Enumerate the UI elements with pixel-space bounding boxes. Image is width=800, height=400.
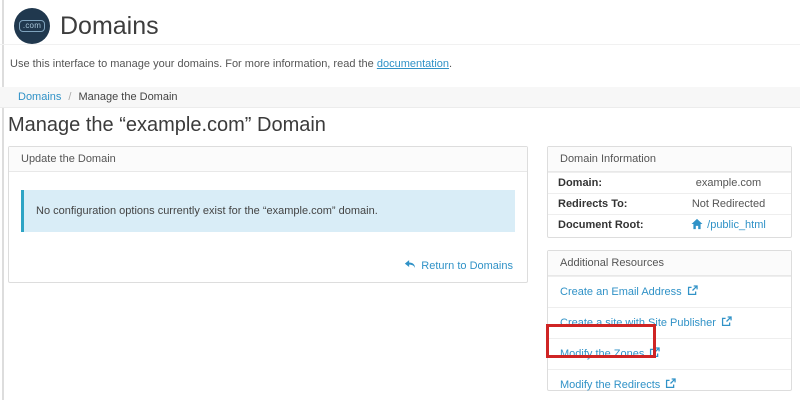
list-item: Modify the Zones [548, 338, 791, 369]
document-root-label: Document Root: [548, 219, 666, 231]
update-panel-title: Update the Domain [9, 147, 527, 172]
domain-value: example.com [666, 177, 791, 189]
domain-information-panel: Domain Information Domain: example.com R… [547, 146, 792, 238]
create-email-address-label: Create an Email Address [560, 286, 682, 298]
intro-text-before: Use this interface to manage your domain… [10, 58, 377, 70]
external-link-icon [649, 347, 660, 361]
modify-zones-label: Modify the Zones [560, 348, 644, 360]
page-title: Manage the “example.com” Domain [8, 114, 326, 137]
sidebar-edge-divider [2, 0, 4, 400]
document-root-path: /public_html [707, 219, 766, 231]
create-site-publisher-label: Create a site with Site Publisher [560, 317, 716, 329]
page-header-title: Domains [60, 12, 159, 41]
domain-information-title: Domain Information [548, 147, 791, 172]
list-item: Create a site with Site Publisher [548, 307, 791, 338]
modify-redirects-label: Modify the Redirects [560, 379, 660, 391]
redirects-to-value: Not Redirected [666, 198, 791, 210]
modify-zones-link[interactable]: Modify the Zones [560, 347, 660, 361]
no-config-notice: No configuration options currently exist… [21, 190, 515, 232]
domain-label: Domain: [548, 177, 666, 189]
table-row: Domain: example.com [548, 172, 791, 193]
return-to-domains-link[interactable]: Return to Domains [421, 260, 513, 272]
intro-text: Use this interface to manage your domain… [10, 58, 452, 70]
breadcrumb: Domains / Manage the Domain [0, 87, 800, 108]
home-icon [691, 218, 703, 233]
document-root-link[interactable]: /public_html [691, 218, 766, 233]
documentation-link[interactable]: documentation [377, 58, 449, 70]
list-item: Modify the Redirects [548, 369, 791, 400]
modify-redirects-link[interactable]: Modify the Redirects [560, 378, 676, 392]
table-row: Redirects To: Not Redirected [548, 193, 791, 214]
return-arrow-icon [404, 258, 416, 273]
external-link-icon [665, 378, 676, 392]
return-to-domains-row: Return to Domains [404, 258, 513, 273]
create-email-address-link[interactable]: Create an Email Address [560, 285, 698, 299]
create-site-publisher-link[interactable]: Create a site with Site Publisher [560, 316, 732, 330]
external-link-icon [721, 316, 732, 330]
additional-resources-panel: Additional Resources Create an Email Add… [547, 250, 792, 391]
redirects-to-label: Redirects To: [548, 198, 666, 210]
dotcom-icon: .com [14, 8, 50, 44]
breadcrumb-current: Manage the Domain [78, 91, 177, 103]
breadcrumb-separator: / [68, 91, 71, 103]
update-domain-panel: Update the Domain No configuration optio… [8, 146, 528, 283]
table-row: Document Root: /public_html [548, 214, 791, 235]
intro-text-after: . [449, 58, 452, 70]
domains-page: .com Domains Use this interface to manag… [0, 0, 800, 400]
list-item: Create an Email Address [548, 276, 791, 307]
dotcom-icon-label: .com [19, 20, 45, 32]
external-link-icon [687, 285, 698, 299]
app-header: .com Domains [14, 8, 159, 44]
breadcrumb-domains-link[interactable]: Domains [18, 91, 61, 103]
additional-resources-title: Additional Resources [548, 251, 791, 276]
header-divider [0, 44, 800, 45]
